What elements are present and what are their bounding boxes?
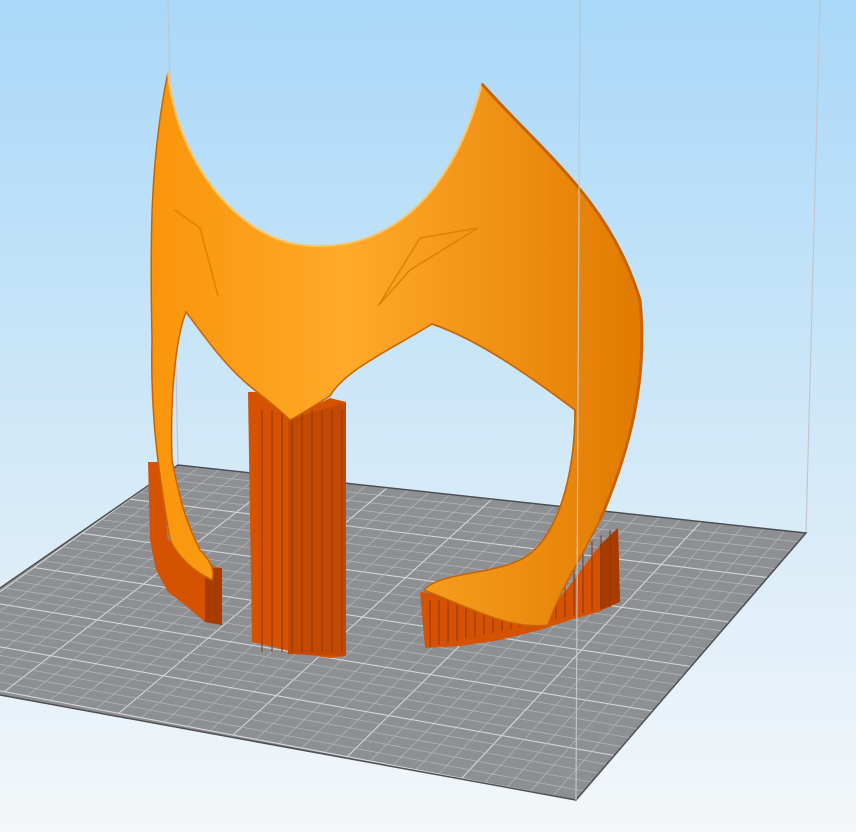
3d-viewport[interactable] <box>0 0 856 832</box>
support-center-pillar-shade <box>288 402 346 656</box>
slicer-scene[interactable] <box>0 0 856 832</box>
